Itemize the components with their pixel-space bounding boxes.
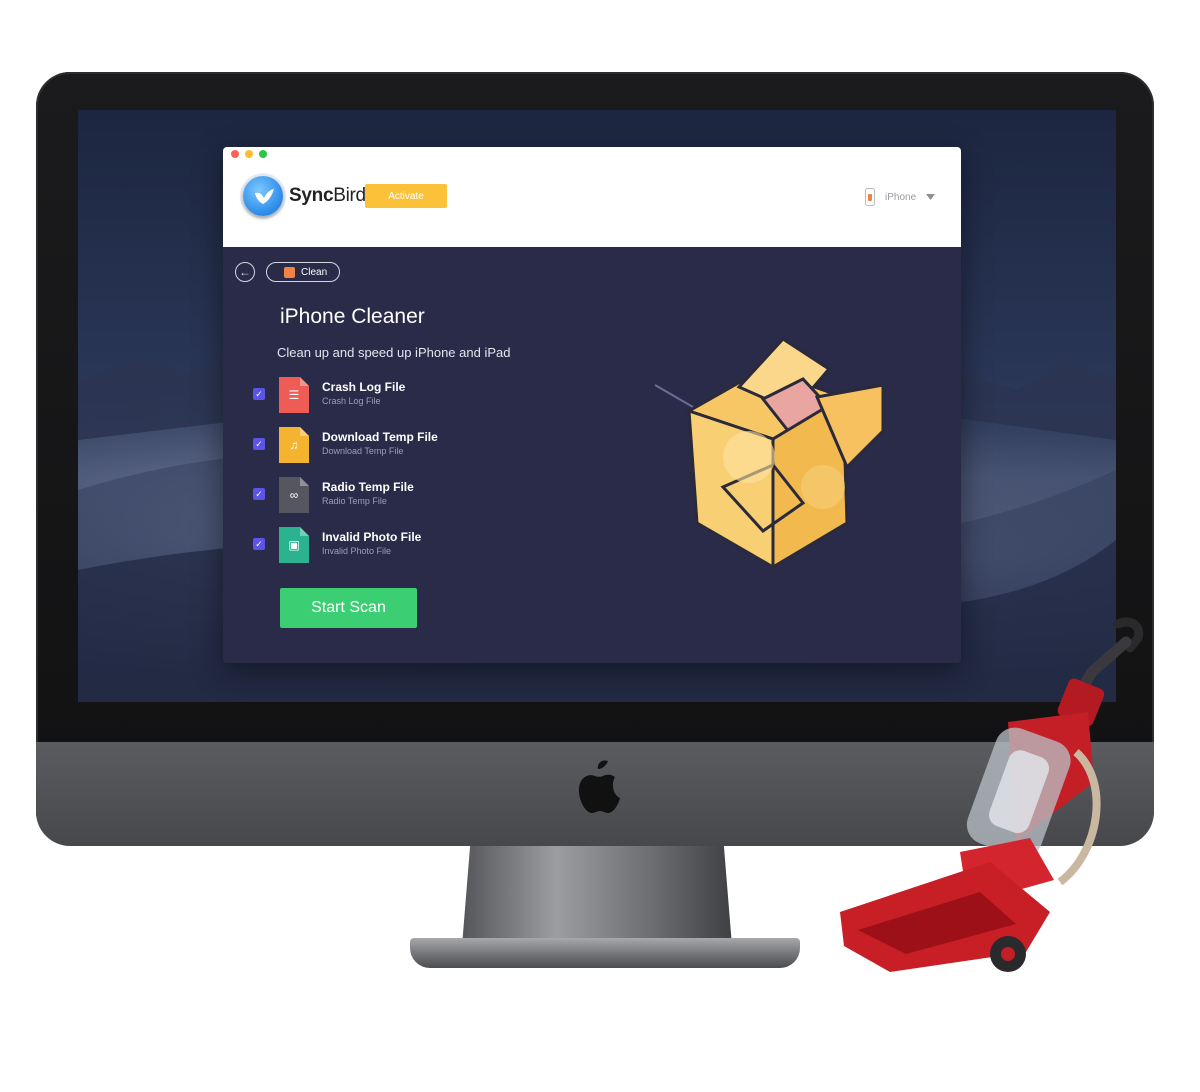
checkbox-invalid-photo[interactable]: ✓ xyxy=(253,538,265,550)
list-item-radio-temp[interactable]: ✓ ∞ Radio Temp File Radio Temp File xyxy=(253,477,553,513)
iphone-icon xyxy=(865,188,875,206)
list-item-download-temp[interactable]: ✓ ♫ Download Temp File Download Temp Fil… xyxy=(253,427,553,463)
activate-button[interactable]: Activate xyxy=(365,184,447,208)
device-name: iPhone xyxy=(885,191,917,203)
back-button[interactable]: ← xyxy=(235,262,255,282)
open-box-illustration xyxy=(654,337,885,570)
item-name: Invalid Photo File xyxy=(322,530,422,544)
item-sub: Radio Temp File xyxy=(322,496,387,506)
chevron-down-icon xyxy=(926,194,936,200)
music-file-icon: ♫ xyxy=(279,427,309,463)
zoom-window-button[interactable] xyxy=(259,150,267,158)
breadcrumb-clean[interactable]: Clean xyxy=(266,262,340,282)
minimize-window-button[interactable] xyxy=(245,150,253,158)
infinity-file-icon: ∞ xyxy=(279,477,309,513)
list-file-icon: ☰ xyxy=(279,377,309,413)
checkbox-download-temp[interactable]: ✓ xyxy=(253,438,265,450)
close-window-button[interactable] xyxy=(231,150,239,158)
photo-file-icon: ▣ xyxy=(279,527,309,563)
device-selector[interactable]: iPhone xyxy=(865,186,936,208)
imac-stand-base xyxy=(410,938,800,968)
item-name: Radio Temp File xyxy=(322,480,414,494)
app-header: SyncBird Activate iPhone xyxy=(223,147,961,247)
item-name: Download Temp File xyxy=(322,430,438,444)
brand-name: SyncBird xyxy=(289,185,366,206)
breadcrumb-label: Clean xyxy=(301,266,328,278)
list-item-crash-log[interactable]: ✓ ☰ Crash Log File Crash Log File xyxy=(253,377,553,413)
page-title: iPhone Cleaner xyxy=(280,305,425,328)
item-name: Crash Log File xyxy=(322,380,406,394)
imac-stand xyxy=(462,846,732,946)
vacuum-cleaner-illustration xyxy=(840,617,1144,972)
page-subtitle: Clean up and speed up iPhone and iPad xyxy=(277,345,511,360)
arrow-left-icon: ← xyxy=(239,265,251,279)
item-sub: Invalid Photo File xyxy=(322,546,392,556)
checkbox-crash-log[interactable]: ✓ xyxy=(253,388,265,400)
start-scan-button[interactable]: Start Scan xyxy=(280,588,417,628)
syncbird-logo-icon xyxy=(243,176,283,216)
clean-icon xyxy=(284,266,295,278)
checkbox-radio-temp[interactable]: ✓ xyxy=(253,488,265,500)
item-sub: Download Temp File xyxy=(322,446,404,456)
apple-logo-icon xyxy=(578,760,620,813)
app-window: SyncBird Activate iPhone ← Clean iPhone … xyxy=(223,147,961,663)
item-sub: Crash Log File xyxy=(322,396,381,406)
list-item-invalid-photo[interactable]: ✓ ▣ Invalid Photo File Invalid Photo Fil… xyxy=(253,527,553,563)
